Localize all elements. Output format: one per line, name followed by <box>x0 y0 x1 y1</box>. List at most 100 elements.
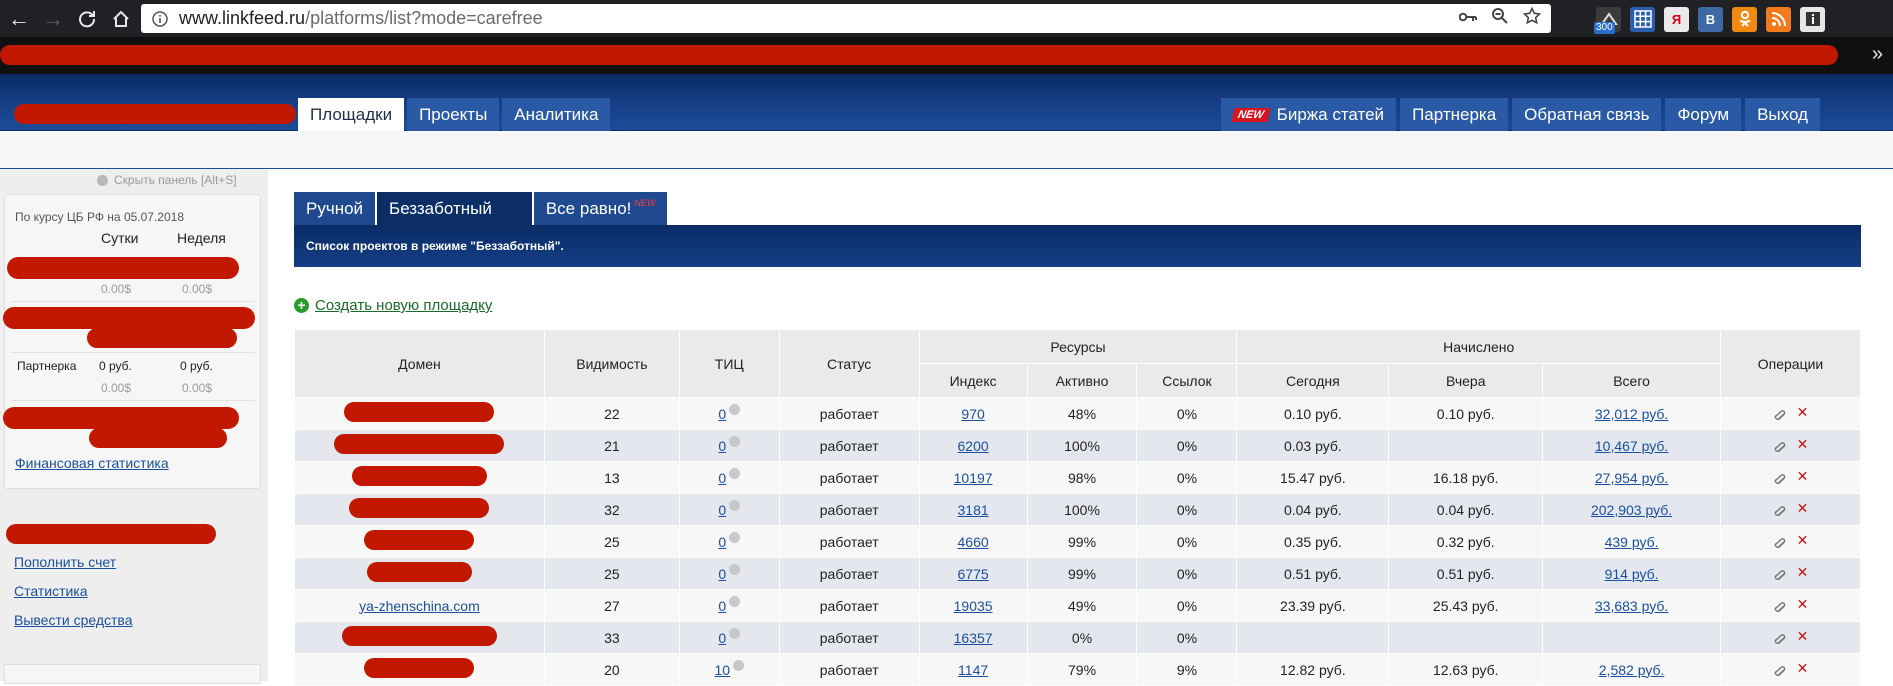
delete-icon[interactable]: ✕ <box>1797 628 1809 645</box>
tic-link[interactable]: 0 <box>718 470 726 486</box>
cell-yesterday: 0.10 руб. <box>1388 397 1544 430</box>
address-url[interactable]: www.linkfeed.ru/platforms/list?mode=care… <box>179 8 543 29</box>
back-icon[interactable]: ← <box>4 4 34 34</box>
cell-operations: ✕ <box>1720 429 1861 462</box>
edit-link-icon[interactable] <box>1773 439 1787 453</box>
top-up-link[interactable]: Пополнить счет <box>14 554 116 570</box>
tic-link[interactable]: 0 <box>718 534 726 550</box>
extension-grid-icon[interactable] <box>1630 6 1655 32</box>
delete-icon[interactable]: ✕ <box>1797 436 1809 453</box>
key-icon[interactable] <box>1458 10 1477 28</box>
edit-link-icon[interactable] <box>1773 407 1787 421</box>
index-link[interactable]: 970 <box>961 406 984 422</box>
tic-link[interactable]: 10 <box>714 662 730 678</box>
edit-link-icon[interactable] <box>1773 663 1787 677</box>
delete-icon[interactable]: ✕ <box>1797 500 1809 517</box>
tic-info-icon[interactable] <box>729 468 741 479</box>
tic-info-icon[interactable] <box>729 404 741 415</box>
bookmarks-bar: » <box>0 37 1893 74</box>
hide-panel-toggle[interactable]: Скрыть панель [Alt+S] <box>97 173 237 187</box>
total-link[interactable]: 439 руб. <box>1605 534 1659 550</box>
cell-visibility: 13 <box>543 461 680 494</box>
delete-icon[interactable]: ✕ <box>1797 596 1809 613</box>
tic-link[interactable]: 0 <box>718 630 726 646</box>
tic-info-icon[interactable] <box>729 628 741 639</box>
tab-analytics[interactable]: Аналитика <box>502 98 611 131</box>
domain-link[interactable]: ya-zhenschina.com <box>359 598 480 614</box>
delete-icon[interactable]: ✕ <box>1797 564 1809 581</box>
mode-tab-whatever[interactable]: Все равно! NEW <box>533 192 668 225</box>
tab-platforms[interactable]: Площадки <box>298 98 405 131</box>
total-link[interactable]: 914 руб. <box>1605 566 1659 582</box>
create-platform-link[interactable]: Создать новую площадку <box>315 297 492 314</box>
edit-link-icon[interactable] <box>1773 631 1787 645</box>
tic-info-icon[interactable] <box>729 500 741 511</box>
delete-icon[interactable]: ✕ <box>1797 468 1809 485</box>
edit-link-icon[interactable] <box>1773 535 1787 549</box>
index-link[interactable]: 4660 <box>958 534 989 550</box>
delete-icon[interactable]: ✕ <box>1797 660 1809 677</box>
tic-link[interactable]: 0 <box>718 566 726 582</box>
tab-partner[interactable]: Партнерка <box>1400 98 1509 131</box>
extension-vk-icon[interactable]: B <box>1698 6 1723 32</box>
tab-projects[interactable]: Проекты <box>407 98 500 131</box>
total-link[interactable]: 2,582 руб. <box>1599 662 1665 678</box>
index-link[interactable]: 6775 <box>958 566 989 582</box>
create-platform[interactable]: + Создать новую площадку <box>294 297 492 314</box>
withdraw-link[interactable]: Вывести средства <box>14 612 133 628</box>
cell-tic: 0 <box>678 493 780 526</box>
tic-info-icon[interactable] <box>729 596 741 607</box>
tic-info-icon[interactable] <box>729 564 741 575</box>
index-link[interactable]: 10197 <box>954 470 993 486</box>
bookmark-star-icon[interactable] <box>1522 6 1542 30</box>
tab-feedback[interactable]: Обратная связь <box>1512 98 1662 131</box>
extension-info-icon[interactable] <box>1800 6 1825 32</box>
edit-link-icon[interactable] <box>1773 503 1787 517</box>
tic-link[interactable]: 0 <box>718 406 726 422</box>
mode-tab-manual[interactable]: Ручной <box>294 192 376 225</box>
index-link[interactable]: 1147 <box>958 662 988 678</box>
index-link[interactable]: 3181 <box>958 502 989 518</box>
mode-tab-whatever-label: Все равно! <box>545 198 632 218</box>
table-row: 25 0 работает 4660 99% 0% 0.35 руб. 0.32 руб. 43… <box>294 525 1861 558</box>
total-link[interactable]: 32,012 руб. <box>1595 406 1668 422</box>
tab-logout[interactable]: Выход <box>1745 98 1820 131</box>
index-link[interactable]: 6200 <box>958 438 989 454</box>
zoom-icon[interactable] <box>1491 7 1509 30</box>
finance-stats-link[interactable]: Финансовая статистика <box>15 455 169 471</box>
info-icon[interactable] <box>149 8 171 30</box>
edit-link-icon[interactable] <box>1773 567 1787 581</box>
tic-info-icon[interactable] <box>729 532 741 543</box>
total-link[interactable]: 10,467 руб. <box>1595 438 1668 454</box>
index-link[interactable]: 16357 <box>954 630 993 646</box>
forward-icon[interactable]: → <box>38 4 68 34</box>
edit-link-icon[interactable] <box>1773 599 1787 613</box>
tic-link[interactable]: 0 <box>718 438 726 454</box>
extension-ok-icon[interactable] <box>1732 6 1757 32</box>
statistics-link[interactable]: Статистика <box>14 583 88 599</box>
extension-rss-icon[interactable] <box>1766 6 1791 32</box>
extension-yandex-icon[interactable]: Я <box>1664 6 1689 32</box>
index-link[interactable]: 19035 <box>954 598 993 614</box>
tic-link[interactable]: 0 <box>718 598 726 614</box>
tic-link[interactable]: 0 <box>718 502 726 518</box>
tab-article-exchange[interactable]: NEW Биржа статей <box>1221 98 1397 131</box>
tic-info-icon[interactable] <box>733 660 745 671</box>
rate-note: По курсу ЦБ РФ на 05.07.2018 <box>15 210 184 224</box>
delete-icon[interactable]: ✕ <box>1797 404 1809 421</box>
tic-info-icon[interactable] <box>729 436 741 447</box>
redacted-account <box>6 524 216 544</box>
extension-seo-icon[interactable]: 300 <box>1594 6 1621 34</box>
total-link[interactable]: 27,954 руб. <box>1595 470 1668 486</box>
bookmarks-overflow-icon[interactable]: » <box>1872 43 1883 66</box>
delete-icon[interactable]: ✕ <box>1797 532 1809 549</box>
total-link[interactable]: 33,683 руб. <box>1595 598 1668 614</box>
tab-forum[interactable]: Форум <box>1665 98 1742 131</box>
mode-tab-carefree[interactable]: Беззаботный <box>377 192 532 225</box>
total-link[interactable]: 202,903 руб. <box>1591 502 1672 518</box>
home-icon[interactable] <box>106 4 136 34</box>
edit-link-icon[interactable] <box>1773 471 1787 485</box>
cell-operations: ✕ <box>1720 397 1861 430</box>
address-bar[interactable]: www.linkfeed.ru/platforms/list?mode=care… <box>141 4 1551 33</box>
reload-icon[interactable] <box>72 4 102 34</box>
